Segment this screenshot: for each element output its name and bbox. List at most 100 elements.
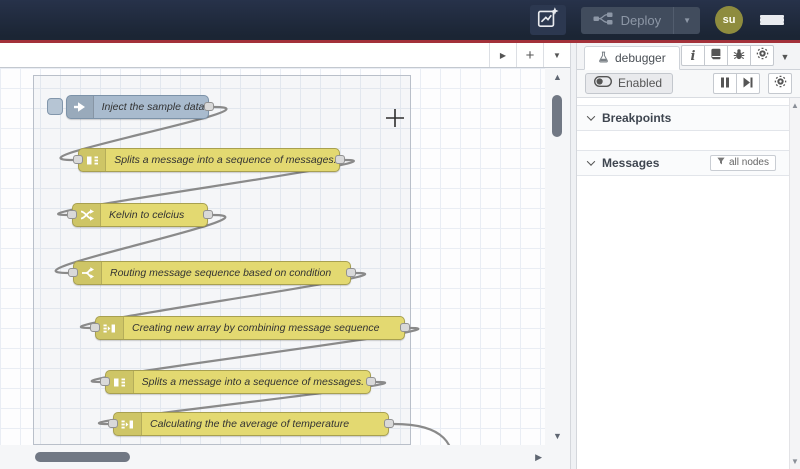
step-icon — [743, 75, 753, 93]
flow-node-switch[interactable]: Routing message sequence based on condit… — [73, 261, 351, 285]
pause-button[interactable] — [713, 73, 737, 94]
breakpoints-section-header[interactable]: Breakpoints — [577, 105, 800, 131]
scroll-down-icon[interactable]: ▼ — [790, 457, 800, 466]
node-input-port[interactable] — [73, 155, 83, 164]
node-output-port[interactable] — [400, 323, 410, 332]
sidebar-tabs-caret[interactable]: ▼ — [774, 52, 796, 69]
join-icon — [96, 317, 124, 339]
book-button[interactable] — [704, 45, 728, 66]
message-filter-button[interactable]: all nodes — [709, 155, 776, 171]
node-label: Splits a message into a sequence of mess… — [141, 376, 365, 388]
vertical-scroll-thumb[interactable] — [552, 95, 562, 137]
join-icon — [114, 413, 142, 435]
toggle-icon — [593, 75, 613, 90]
flow-node-join[interactable]: Creating new array by combining message … — [95, 316, 405, 340]
node-input-port[interactable] — [90, 323, 100, 332]
node-label: Creating new array by combining message … — [132, 322, 380, 334]
deploy-label: Deploy — [620, 12, 662, 28]
canvas-horizontal-scrollbar: ▶ — [0, 445, 570, 469]
wire[interactable] — [393, 422, 454, 445]
flow-tab-bar: ▶ + ▼ — [0, 43, 570, 68]
node-output-port[interactable] — [204, 102, 214, 111]
deploy-nodes-icon — [593, 12, 613, 28]
node-red-app: Deploy ▼ su ▶ + ▼ Inject the sample data Sp… — [0, 0, 800, 469]
node-output-port[interactable] — [384, 419, 394, 428]
inject-arrow-icon — [67, 96, 94, 118]
node-input-port[interactable] — [100, 377, 110, 386]
pause-icon — [720, 75, 730, 93]
book-icon — [710, 47, 722, 65]
flow-node-join[interactable]: Calculating the the average of temperatu… — [113, 412, 389, 436]
hamburger-icon — [760, 14, 784, 26]
main-menu-button[interactable] — [758, 11, 786, 30]
info-icon: i — [690, 48, 696, 64]
debugger-toolbar: Enabled — [577, 70, 800, 98]
tab-debugger-label: debugger — [615, 51, 666, 65]
change-shuffle-icon — [73, 204, 101, 226]
gear-button[interactable] — [750, 45, 774, 66]
node-input-port[interactable] — [68, 268, 78, 277]
node-output-port[interactable] — [335, 155, 345, 164]
flask-icon — [598, 51, 609, 66]
debugger-panel: Breakpoints Messages all nodes ▲ ▼ — [577, 98, 800, 469]
node-input-port[interactable] — [108, 419, 118, 428]
scroll-right-icon[interactable]: ▶ — [535, 452, 542, 463]
inject-trigger-button[interactable] — [47, 98, 63, 115]
gear-icon — [756, 47, 769, 65]
chevron-down-icon — [586, 157, 596, 166]
node-label: Inject the sample data — [101, 101, 205, 113]
canvas-vertical-scrollbar: ▲ ▼ — [545, 68, 570, 445]
node-label: Routing message sequence based on condit… — [110, 267, 332, 279]
debugger-settings-button[interactable] — [768, 73, 792, 94]
scroll-tabs-right-button[interactable]: ▶ — [489, 43, 516, 67]
messages-title: Messages — [602, 156, 660, 170]
split-icon — [79, 149, 107, 171]
flow-list-button[interactable]: ▼ — [543, 43, 570, 67]
canvas-main: Inject the sample data Splits a message i… — [0, 68, 570, 445]
flow-node-inject[interactable]: Inject the sample data — [66, 95, 209, 119]
deploy-options-caret[interactable]: ▼ — [673, 6, 700, 34]
breakpoints-empty-area — [577, 131, 800, 150]
crosshair-cursor — [386, 109, 404, 127]
header-bar: Deploy ▼ su — [0, 0, 800, 43]
node-label: Splits a message into a sequence of mess… — [114, 154, 337, 166]
scroll-up-icon[interactable]: ▲ — [545, 72, 570, 82]
tab-debugger[interactable]: debugger — [584, 46, 680, 70]
funnel-icon — [717, 157, 725, 168]
flow-sparkle-icon — [536, 6, 560, 35]
flow-editor-column: ▶ + ▼ Inject the sample data Splits a messa… — [0, 43, 570, 469]
flow-node-split[interactable]: Splits a message into a sequence of mess… — [78, 148, 340, 172]
scroll-down-icon[interactable]: ▼ — [545, 431, 570, 441]
node-label: Kelvin to celcius — [109, 209, 185, 221]
user-avatar[interactable]: su — [715, 6, 743, 34]
chevron-down-icon: ▼ — [683, 15, 691, 25]
flow-canvas[interactable]: Inject the sample data Splits a message i… — [0, 68, 545, 445]
node-input-port[interactable] — [67, 210, 77, 219]
node-output-port[interactable] — [366, 377, 376, 386]
sidebar-splitter[interactable] — [570, 43, 577, 469]
chevron-down-icon — [586, 112, 596, 121]
workspace: ▶ + ▼ Inject the sample data Splits a messa… — [0, 43, 800, 469]
enabled-label: Enabled — [618, 76, 663, 90]
bug-button[interactable] — [727, 45, 751, 66]
flow-node-change[interactable]: Kelvin to celcius — [72, 203, 208, 227]
node-output-port[interactable] — [346, 268, 356, 277]
node-output-port[interactable] — [203, 210, 213, 219]
debugger-enabled-toggle[interactable]: Enabled — [585, 73, 674, 94]
step-button[interactable] — [736, 73, 760, 94]
info-button[interactable]: i — [681, 45, 705, 66]
horizontal-scroll-thumb[interactable] — [35, 452, 130, 462]
sidebar-tab-bar: debugger i ▼ — [577, 43, 800, 70]
breakpoints-title: Breakpoints — [602, 111, 672, 125]
avatar-initials: su — [722, 14, 736, 26]
sidebar-scrollbar: ▲ ▼ — [789, 98, 800, 469]
flow-assistant-button[interactable] — [529, 5, 566, 35]
flow-node-split[interactable]: Splits a message into a sequence of mess… — [105, 370, 371, 394]
split-icon — [106, 371, 134, 393]
deploy-button-main[interactable]: Deploy — [581, 7, 673, 34]
switch-fork-icon — [74, 262, 102, 284]
deploy-button[interactable]: Deploy ▼ — [580, 6, 700, 34]
add-flow-button[interactable]: + — [516, 43, 543, 67]
scroll-up-icon[interactable]: ▲ — [790, 101, 800, 110]
messages-section-header[interactable]: Messages all nodes — [577, 150, 800, 176]
